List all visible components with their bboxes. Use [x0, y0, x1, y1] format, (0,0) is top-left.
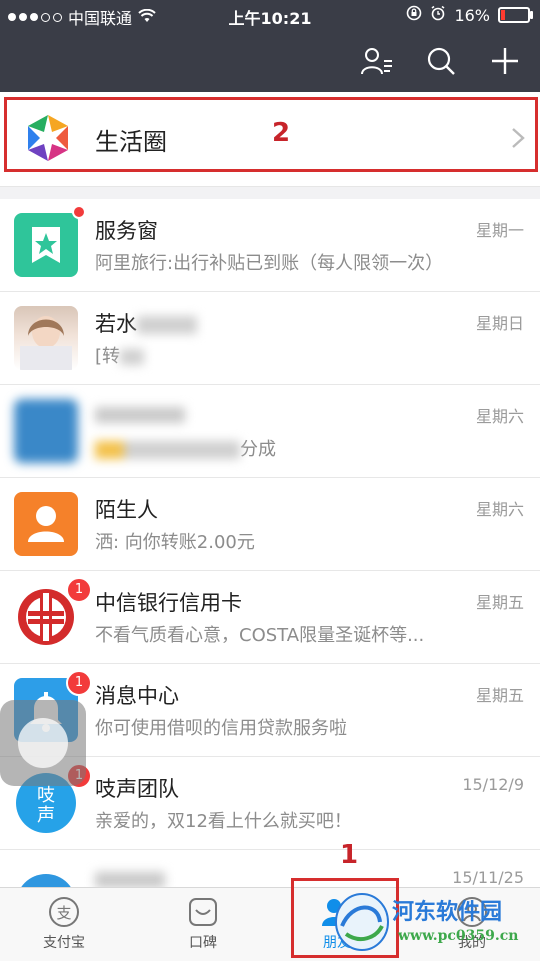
alipay-icon: 支: [48, 896, 80, 928]
conversation-preview: 你可使用借呗的信用贷款服务啦: [95, 718, 347, 739]
life-circle-icon: [22, 112, 74, 164]
conversation-time: 15/12/9: [462, 775, 524, 794]
blurred-avatar: [14, 399, 78, 463]
tab-label: 支付宝: [43, 935, 85, 951]
unread-badge: 1: [66, 670, 92, 696]
conversation-title: 服务窗: [95, 219, 158, 243]
conversation-time: 星期五: [475, 686, 524, 705]
rotation-lock-icon: [406, 5, 422, 25]
koubei-icon: [187, 896, 219, 928]
conversation-time: 星期六: [475, 500, 524, 519]
list-item[interactable]: 陌生人 洒: 向你转账2.00元 星期六: [0, 478, 540, 571]
chevron-right-icon: [511, 126, 525, 156]
tab-label: 口碑: [189, 935, 217, 951]
watermark: 河东软件园 www.pc0359.cn: [332, 888, 540, 960]
status-bar: 中国联通 上午10:21 16%: [0, 0, 540, 30]
watermark-url: www.pc0359.cn: [398, 928, 519, 944]
list-item[interactable]: 15/11/25: [0, 850, 540, 887]
conversation-list[interactable]: 服务窗 阿里旅行:出行补贴已到账（每人限领一次） 星期一 若水 [转 星期日 分…: [0, 199, 540, 887]
tab-koubei[interactable]: 口碑: [163, 896, 243, 952]
battery-percent: 16%: [454, 5, 490, 25]
conversation-title-redacted: [95, 407, 185, 423]
assistive-touch-button[interactable]: [0, 700, 86, 786]
svg-text:吱: 吱: [37, 785, 55, 806]
conversation-preview: 亲爱的，双12看上什么就买吧！: [95, 811, 352, 832]
alarm-icon: [430, 5, 446, 25]
svg-text:声: 声: [37, 805, 55, 826]
top-bar: 中国联通 上午10:21 16%: [0, 0, 540, 92]
conversation-preview: 分成: [95, 435, 276, 461]
watermark-title: 河东软件园: [392, 899, 503, 925]
conversation-title-redacted: [95, 872, 165, 887]
blurred-avatar: [14, 864, 78, 887]
contacts-icon[interactable]: [360, 44, 394, 78]
user-avatar: [14, 306, 78, 370]
service-window-icon: [14, 213, 78, 277]
conversation-title: 陌生人: [95, 498, 158, 522]
conversation-title: 消息中心: [95, 684, 179, 708]
conversation-preview: [转: [95, 342, 145, 368]
annotation-label-1: 1: [340, 840, 359, 870]
conversation-time: 星期五: [475, 593, 524, 612]
search-icon[interactable]: [424, 44, 458, 78]
list-item[interactable]: 若水 [转 星期日: [0, 292, 540, 385]
life-circle-entry[interactable]: 生活圈: [0, 92, 540, 187]
conversation-title: 若水: [95, 308, 197, 338]
add-icon[interactable]: [488, 44, 522, 78]
conversation-time: 星期六: [475, 407, 524, 426]
svg-text:支: 支: [56, 904, 71, 922]
list-item[interactable]: 1 中信银行信用卡 不看气质看心意，COSTA限量圣诞杯等... 星期五: [0, 571, 540, 664]
conversation-title: 吱声团队: [95, 777, 179, 801]
stranger-icon: [14, 492, 78, 556]
tab-alipay[interactable]: 支 支付宝: [24, 896, 104, 952]
conversation-title: 中信银行信用卡: [95, 591, 242, 615]
conversation-preview: 阿里旅行:出行补贴已到账（每人限领一次）: [95, 253, 444, 274]
conversation-preview: 洒: 向你转账2.00元: [95, 532, 255, 553]
annotation-label-2: 2: [272, 118, 291, 148]
conversation-time: 15/11/25: [452, 868, 524, 887]
conversation-time: 星期日: [475, 314, 524, 333]
unread-badge: 1: [66, 577, 92, 603]
list-item[interactable]: 分成 星期六: [0, 385, 540, 478]
conversation-time: 星期一: [475, 221, 524, 240]
list-item[interactable]: 服务窗 阿里旅行:出行补贴已到账（每人限领一次） 星期一: [0, 199, 540, 292]
life-circle-label: 生活圈: [95, 128, 167, 156]
watermark-logo-icon: [335, 893, 389, 951]
conversation-preview: 不看气质看心意，COSTA限量圣诞杯等...: [95, 625, 425, 646]
unread-dot: [72, 205, 86, 219]
battery-icon: [498, 7, 533, 23]
